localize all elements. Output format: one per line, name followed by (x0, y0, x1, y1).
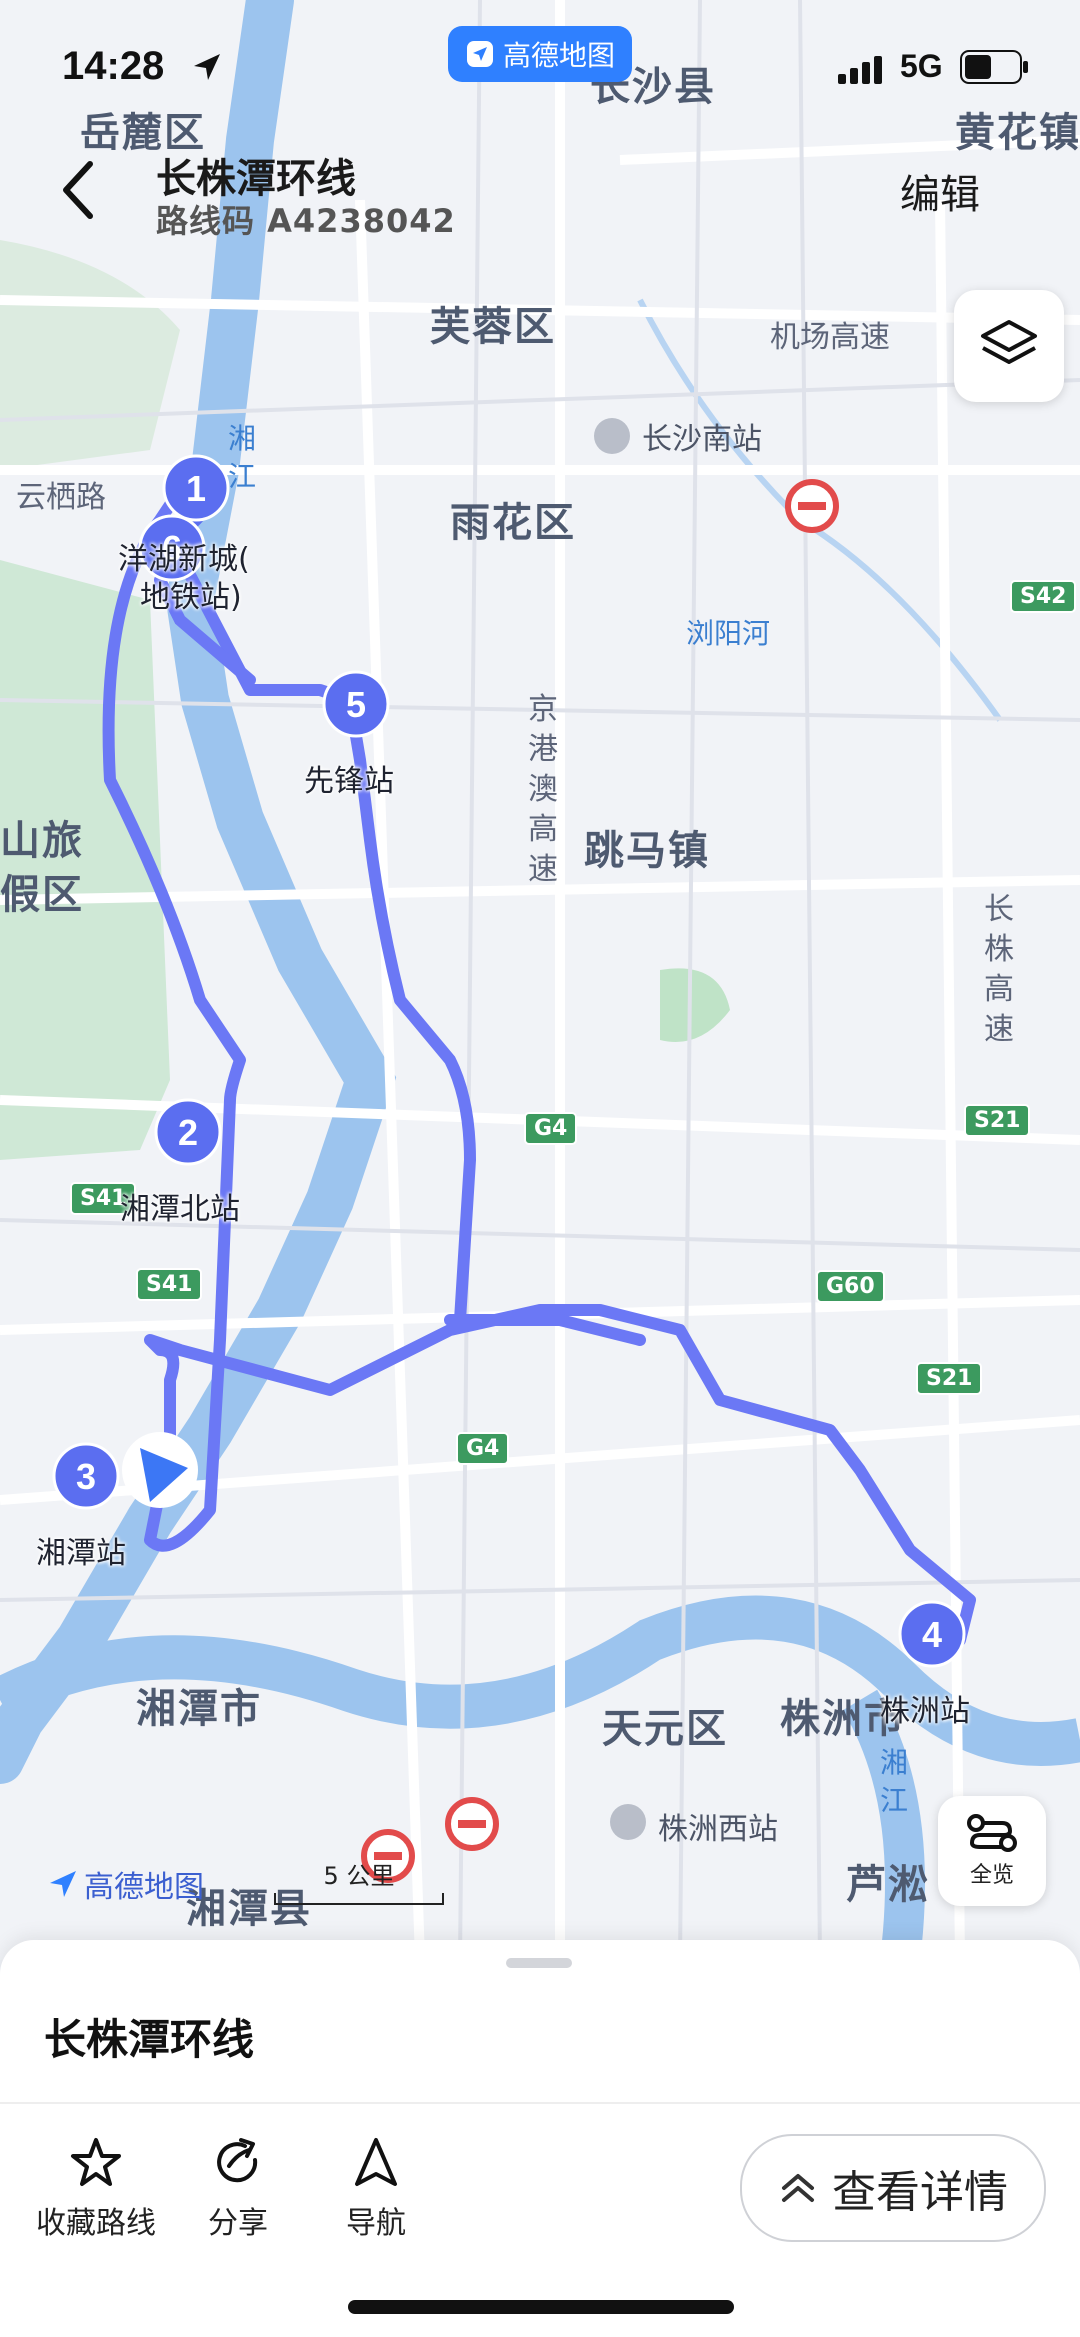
stop-marker-4[interactable]: 4 (898, 1600, 966, 1668)
back-arrow-icon[interactable] (58, 160, 98, 220)
river-label: 湘江 (880, 1746, 909, 1817)
map-logo: 高德地图 (48, 1862, 204, 1906)
layers-button[interactable] (954, 290, 1064, 402)
route-overview-icon (967, 1814, 1017, 1852)
share-label: 分享 (208, 2206, 268, 2241)
road-badge: S42 (1010, 580, 1077, 613)
stop-label-4: 株洲站 (880, 1694, 970, 1729)
navigate-label: 导航 (346, 2206, 406, 2241)
road-badge: G4 (524, 1112, 578, 1145)
chevron-up-icon (782, 2174, 814, 2202)
overview-button[interactable]: 全览 (938, 1796, 1046, 1906)
star-icon (71, 2138, 121, 2186)
map-logo-text: 高德地图 (84, 1870, 204, 1905)
road-badge: S21 (964, 1104, 1031, 1137)
battery-icon (960, 50, 1028, 84)
stop-label-2: 湘潭北站 (120, 1192, 240, 1227)
district-label: 芦淞 (846, 1862, 930, 1908)
amap-logo-icon (50, 1871, 76, 1897)
district-label: 湘潭市 (136, 1686, 262, 1732)
district-label: 山旅 (0, 818, 84, 864)
stop-number: 5 (346, 684, 366, 725)
road-badge: G4 (456, 1432, 510, 1465)
district-label: 跳马镇 (584, 828, 710, 874)
stop-number: 2 (178, 1112, 198, 1153)
stop-marker-3[interactable]: 3 (52, 1442, 120, 1510)
road-badge: G60 (816, 1270, 885, 1303)
road-label: 京港澳高速 (528, 692, 558, 887)
app-indicator-pill[interactable]: 高德地图 (448, 26, 632, 82)
favorite-label: 收藏路线 (36, 2206, 156, 2241)
stop-label-5: 先锋站 (304, 764, 394, 799)
bottom-sheet[interactable]: 长株潭环线 收藏路线 分享 导航 查看详情 (0, 1940, 1080, 2337)
district-label: 雨花区 (450, 500, 576, 546)
station-label: 株洲西站 (658, 1812, 778, 1847)
road-label: 云栖路 (16, 480, 106, 515)
share-button[interactable]: 分享 (208, 2136, 268, 2242)
district-label: 天元区 (602, 1706, 728, 1752)
navigation-arrow-icon (355, 2138, 397, 2186)
scale-bar (274, 1893, 444, 1905)
status-time: 14:28 (62, 44, 165, 88)
favorite-route-button[interactable]: 收藏路线 (36, 2136, 156, 2242)
location-arrow-icon (194, 54, 220, 80)
stop-number: 4 (922, 1614, 942, 1655)
home-indicator[interactable] (348, 2300, 734, 2314)
stop-marker-2[interactable]: 2 (154, 1098, 222, 1166)
restriction-icon (785, 479, 839, 533)
route-header: 长株潭环线 路线码 A4238042 编辑 (0, 130, 1080, 250)
view-details-button[interactable]: 查看详情 (740, 2134, 1046, 2242)
app-logo-icon (466, 41, 493, 67)
route-code: 路线码 A4238042 (156, 202, 456, 240)
view-details-label: 查看详情 (832, 2167, 1008, 2218)
edit-button[interactable]: 编辑 (900, 162, 980, 220)
network-type: 5G (900, 48, 943, 84)
restriction-icon (445, 1797, 499, 1851)
road-badge: S21 (916, 1362, 983, 1395)
map-scale: 5 公里 (274, 1856, 444, 1905)
road-label: 机场高速 (770, 320, 890, 355)
stop-label-6: 地铁站) (140, 580, 242, 615)
road-label: 长株高速 (984, 892, 1014, 1047)
road-badge: S41 (136, 1268, 203, 1301)
sheet-title: 长株潭环线 (44, 2015, 255, 2064)
scale-label: 5 公里 (323, 1862, 395, 1890)
share-icon (217, 2138, 258, 2183)
signal-icon (838, 56, 882, 84)
divider (0, 2102, 1080, 2104)
stop-label-3: 湘潭站 (36, 1536, 126, 1571)
river-label: 浏阳河 (686, 617, 771, 650)
stop-number: 3 (76, 1456, 96, 1497)
app-name: 高德地图 (502, 39, 615, 72)
current-location-icon (122, 1432, 198, 1508)
overview-label: 全览 (969, 1863, 1014, 1888)
layers-icon (981, 320, 1037, 364)
station-label: 长沙南站 (642, 422, 762, 457)
stop-marker-5[interactable]: 5 (322, 670, 390, 738)
district-label: 芙蓉区 (430, 304, 556, 350)
map-view[interactable]: 1 6 5 2 3 4 岳麓区 长沙县 黄花镇 芙蓉区 雨花区 跳马镇 湘潭市 … (0, 0, 1080, 1960)
river-label: 湘江 (228, 422, 257, 493)
status-bar: 14:28 高德地图 5G (0, 0, 1080, 130)
stop-number: 1 (186, 468, 206, 509)
district-label: 假区 (0, 872, 84, 918)
navigate-button[interactable]: 导航 (346, 2136, 406, 2242)
sheet-drag-handle[interactable] (506, 1958, 572, 1968)
